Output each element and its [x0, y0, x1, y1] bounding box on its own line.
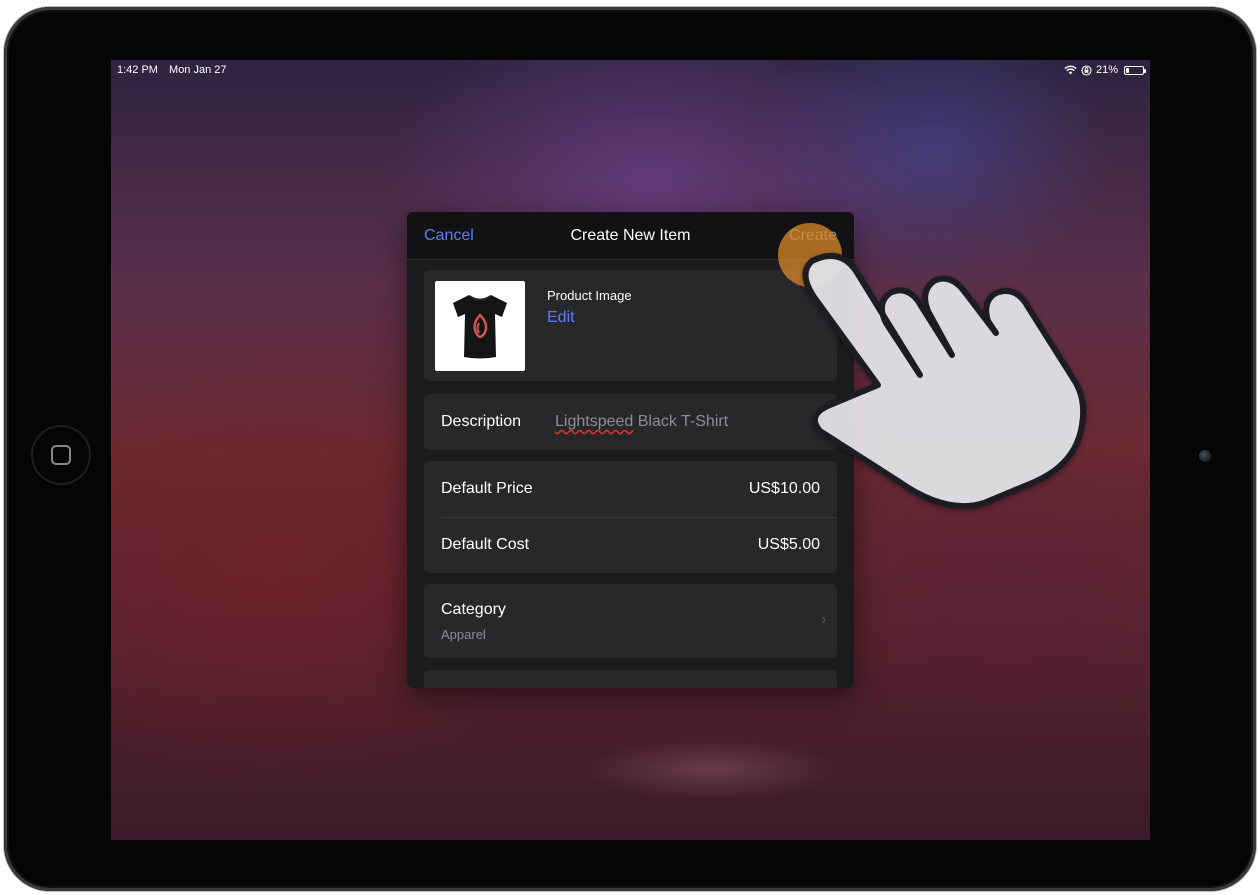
wifi-icon [1064, 65, 1077, 75]
home-button[interactable] [31, 425, 91, 485]
edit-image-button[interactable]: Edit [547, 309, 575, 327]
description-label: Description [441, 413, 522, 430]
default-cost-label: Default Cost [441, 536, 530, 553]
category-label: Category [441, 601, 506, 618]
battery-icon [1124, 65, 1146, 75]
default-price-label: Default Price [441, 480, 533, 497]
product-image-label: Product Image [547, 288, 632, 303]
status-time: 1:42 PM [117, 64, 158, 76]
camera-icon [1199, 450, 1211, 462]
status-date: Mon Jan 27 [169, 64, 227, 76]
tshirt-icon [453, 295, 507, 359]
home-square-icon [51, 445, 71, 465]
misspelled-word: Lightspeed [555, 413, 634, 430]
category-value: Apparel [441, 627, 486, 642]
status-bar: 1:42 PM Mon Jan 27 21% [111, 60, 1150, 82]
category-row[interactable]: Category Apparel › [424, 584, 837, 658]
default-cost-value[interactable]: US$5.00 [758, 536, 820, 554]
battery-percent: 21% [1095, 64, 1118, 76]
screen-lock-rotation-icon [1081, 64, 1092, 76]
description-field[interactable]: Lightspeed Black T-Shirt [555, 413, 728, 431]
description-text: Black T-Shirt [633, 413, 729, 430]
battery-fill [1126, 67, 1129, 73]
next-row-partial [424, 670, 837, 688]
tap-hand-icon [778, 223, 1087, 510]
chevron-right-icon: › [821, 611, 826, 627]
product-thumbnail[interactable] [435, 281, 525, 371]
